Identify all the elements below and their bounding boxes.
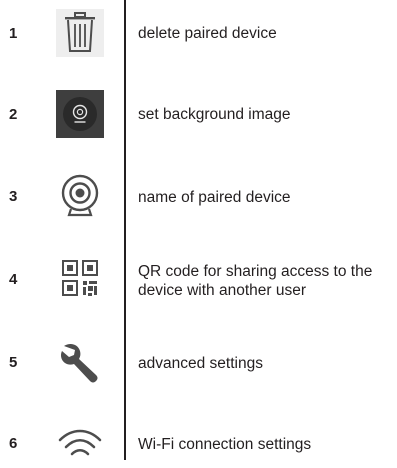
wifi-icon xyxy=(58,429,102,456)
row-label: advanced settings xyxy=(138,355,263,372)
row-number: 4 xyxy=(9,271,18,288)
row-number: 3 xyxy=(9,188,18,205)
camera-icon xyxy=(61,174,99,217)
row-number: 2 xyxy=(9,106,18,123)
qr-code-icon xyxy=(62,260,98,296)
row-label: name of paired device xyxy=(138,189,291,206)
row-number: 6 xyxy=(9,435,18,452)
camera-dark-tile-icon xyxy=(56,90,104,138)
row-label: set background image xyxy=(138,106,291,123)
row-label: delete paired device xyxy=(138,25,277,42)
row-label: QR code for sharing access to the device… xyxy=(138,263,373,299)
trash-icon xyxy=(56,9,104,57)
row-number: 1 xyxy=(9,25,18,42)
row-number: 5 xyxy=(9,354,18,371)
column-divider xyxy=(124,0,126,460)
wrench-icon xyxy=(61,343,98,383)
row-label: Wi-Fi connection settings xyxy=(138,436,312,453)
